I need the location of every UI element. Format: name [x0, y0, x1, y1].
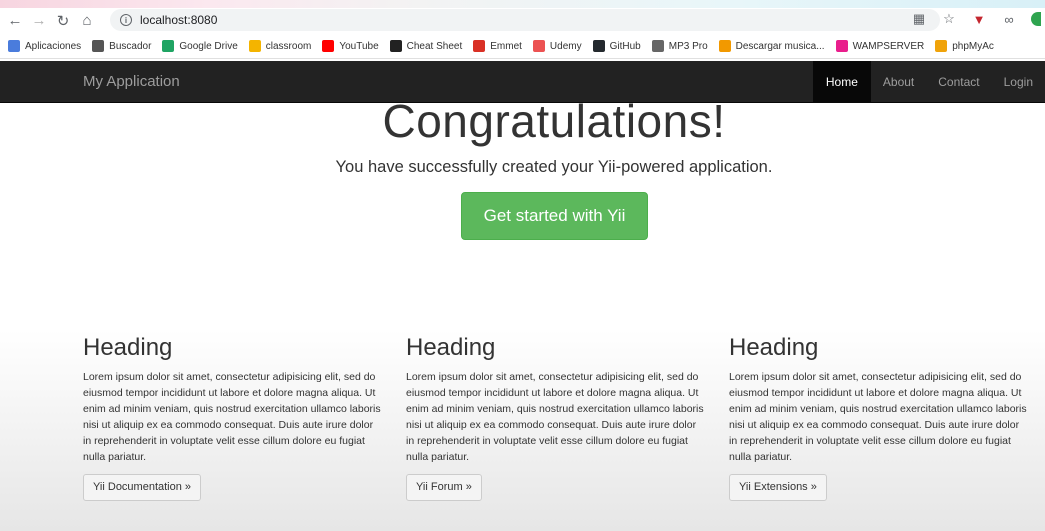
bookmark-label: Aplicaciones — [25, 40, 82, 52]
column-text: Lorem ipsum dolor sit amet, consectetur … — [83, 371, 381, 463]
bookmark-item[interactable]: GitHub — [592, 40, 641, 52]
bookmark-label: YouTube — [339, 40, 379, 52]
column-text: Lorem ipsum dolor sit amet, consectetur … — [406, 371, 704, 463]
get-started-button[interactable]: Get started with Yii — [461, 192, 648, 240]
bookmark-item[interactable]: phpMyAc — [935, 40, 994, 52]
bookmark-favicon-icon — [935, 40, 948, 52]
bookmark-favicon-icon — [718, 40, 731, 52]
window-top-strip — [0, 0, 1045, 8]
bookmark-label: Udemy — [549, 40, 582, 52]
url-text: localhost:8080 — [140, 13, 218, 27]
bookmark-label: GitHub — [609, 40, 641, 52]
bookmark-favicon-icon — [532, 40, 545, 52]
bookmark-favicon-icon — [248, 40, 261, 52]
bookmark-favicon-icon — [389, 40, 402, 52]
bookmark-item[interactable]: Aplicaciones — [8, 40, 81, 52]
bookmark-favicon-icon — [835, 40, 848, 52]
browser-toolbar-icons: ▦ ☆ ▼ ∞ — [911, 11, 1045, 27]
bookmark-favicon-icon — [592, 40, 605, 52]
bookmark-label: phpMyAc — [952, 40, 994, 52]
bookmark-item[interactable]: Google Drive — [162, 40, 238, 52]
bookmark-item[interactable]: YouTube — [322, 40, 379, 52]
translate-icon[interactable]: ▦ — [911, 11, 927, 27]
bookmark-label: MP3 Pro — [668, 40, 708, 52]
bookmark-label: Google Drive — [179, 40, 238, 52]
bookmark-label: Emmet — [490, 40, 522, 52]
bookmark-item[interactable]: classroom — [248, 40, 312, 52]
bookmark-favicon-icon — [473, 40, 486, 52]
jumbotron-lead: You have successfully created your Yii-p… — [335, 158, 773, 176]
bookmark-label: Cheat Sheet — [406, 40, 463, 52]
address-bar: ← → ↻ ⌂ i localhost:8080 ▦ ☆ ▼ ∞ — [0, 8, 1045, 33]
column-2: Heading Lorem ipsum dolor sit amet, cons… — [406, 334, 706, 501]
bookmark-favicon-icon — [92, 40, 105, 52]
bookmark-favicon-icon — [651, 40, 664, 52]
yii-forum-button[interactable]: Yii Forum » — [406, 474, 482, 501]
profile-extension-icon[interactable] — [1031, 12, 1041, 26]
column-1: Heading Lorem ipsum dolor sit amet, cons… — [83, 334, 383, 501]
navbar-brand[interactable]: My Application — [83, 73, 180, 90]
site-info-icon[interactable]: i — [120, 14, 132, 26]
bookmark-item[interactable]: MP3 Pro — [651, 40, 708, 52]
bookmark-favicon-icon — [162, 40, 175, 52]
jumbotron-title: Congratulations! — [382, 95, 726, 147]
bookmark-item[interactable]: Udemy — [532, 40, 582, 52]
bookmark-favicon-icon — [322, 40, 335, 52]
bookmarks-bar: Aplicaciones Buscador Google Drive classroo… — [0, 34, 1045, 59]
yii-extensions-button[interactable]: Yii Extensions » — [729, 474, 827, 501]
bookmark-favicon-icon — [8, 40, 20, 52]
bookmark-label: Buscador — [109, 40, 152, 52]
bookmark-label: Descargar musica... — [735, 40, 825, 52]
bookmark-label: classroom — [265, 40, 312, 52]
column-heading: Heading — [729, 334, 819, 361]
bookmark-item[interactable]: WAMPSERVER — [835, 40, 925, 52]
home-icon[interactable]: ⌂ — [78, 11, 96, 31]
forward-arrow-icon[interactable]: → — [30, 11, 48, 31]
shield-extension-icon[interactable]: ▼ — [971, 12, 987, 27]
bookmark-item[interactable]: Emmet — [473, 40, 522, 52]
back-arrow-icon[interactable]: ← — [6, 11, 24, 31]
bookmark-item[interactable]: Buscador — [92, 40, 151, 52]
bookmark-label: WAMPSERVER — [852, 40, 925, 52]
bookmark-item[interactable]: Descargar musica... — [718, 40, 825, 52]
column-heading: Heading — [406, 334, 496, 361]
column-text: Lorem ipsum dolor sit amet, consectetur … — [729, 371, 1027, 463]
yii-documentation-button[interactable]: Yii Documentation » — [83, 474, 202, 501]
bookmark-star-icon[interactable]: ☆ — [941, 11, 957, 27]
infinity-extension-icon[interactable]: ∞ — [1001, 12, 1017, 27]
reload-icon[interactable]: ↻ — [54, 11, 72, 31]
column-3: Heading Lorem ipsum dolor sit amet, cons… — [729, 334, 1029, 501]
column-heading: Heading — [83, 334, 173, 361]
url-field[interactable]: i localhost:8080 — [110, 9, 940, 31]
bookmark-item[interactable]: Cheat Sheet — [389, 40, 463, 52]
